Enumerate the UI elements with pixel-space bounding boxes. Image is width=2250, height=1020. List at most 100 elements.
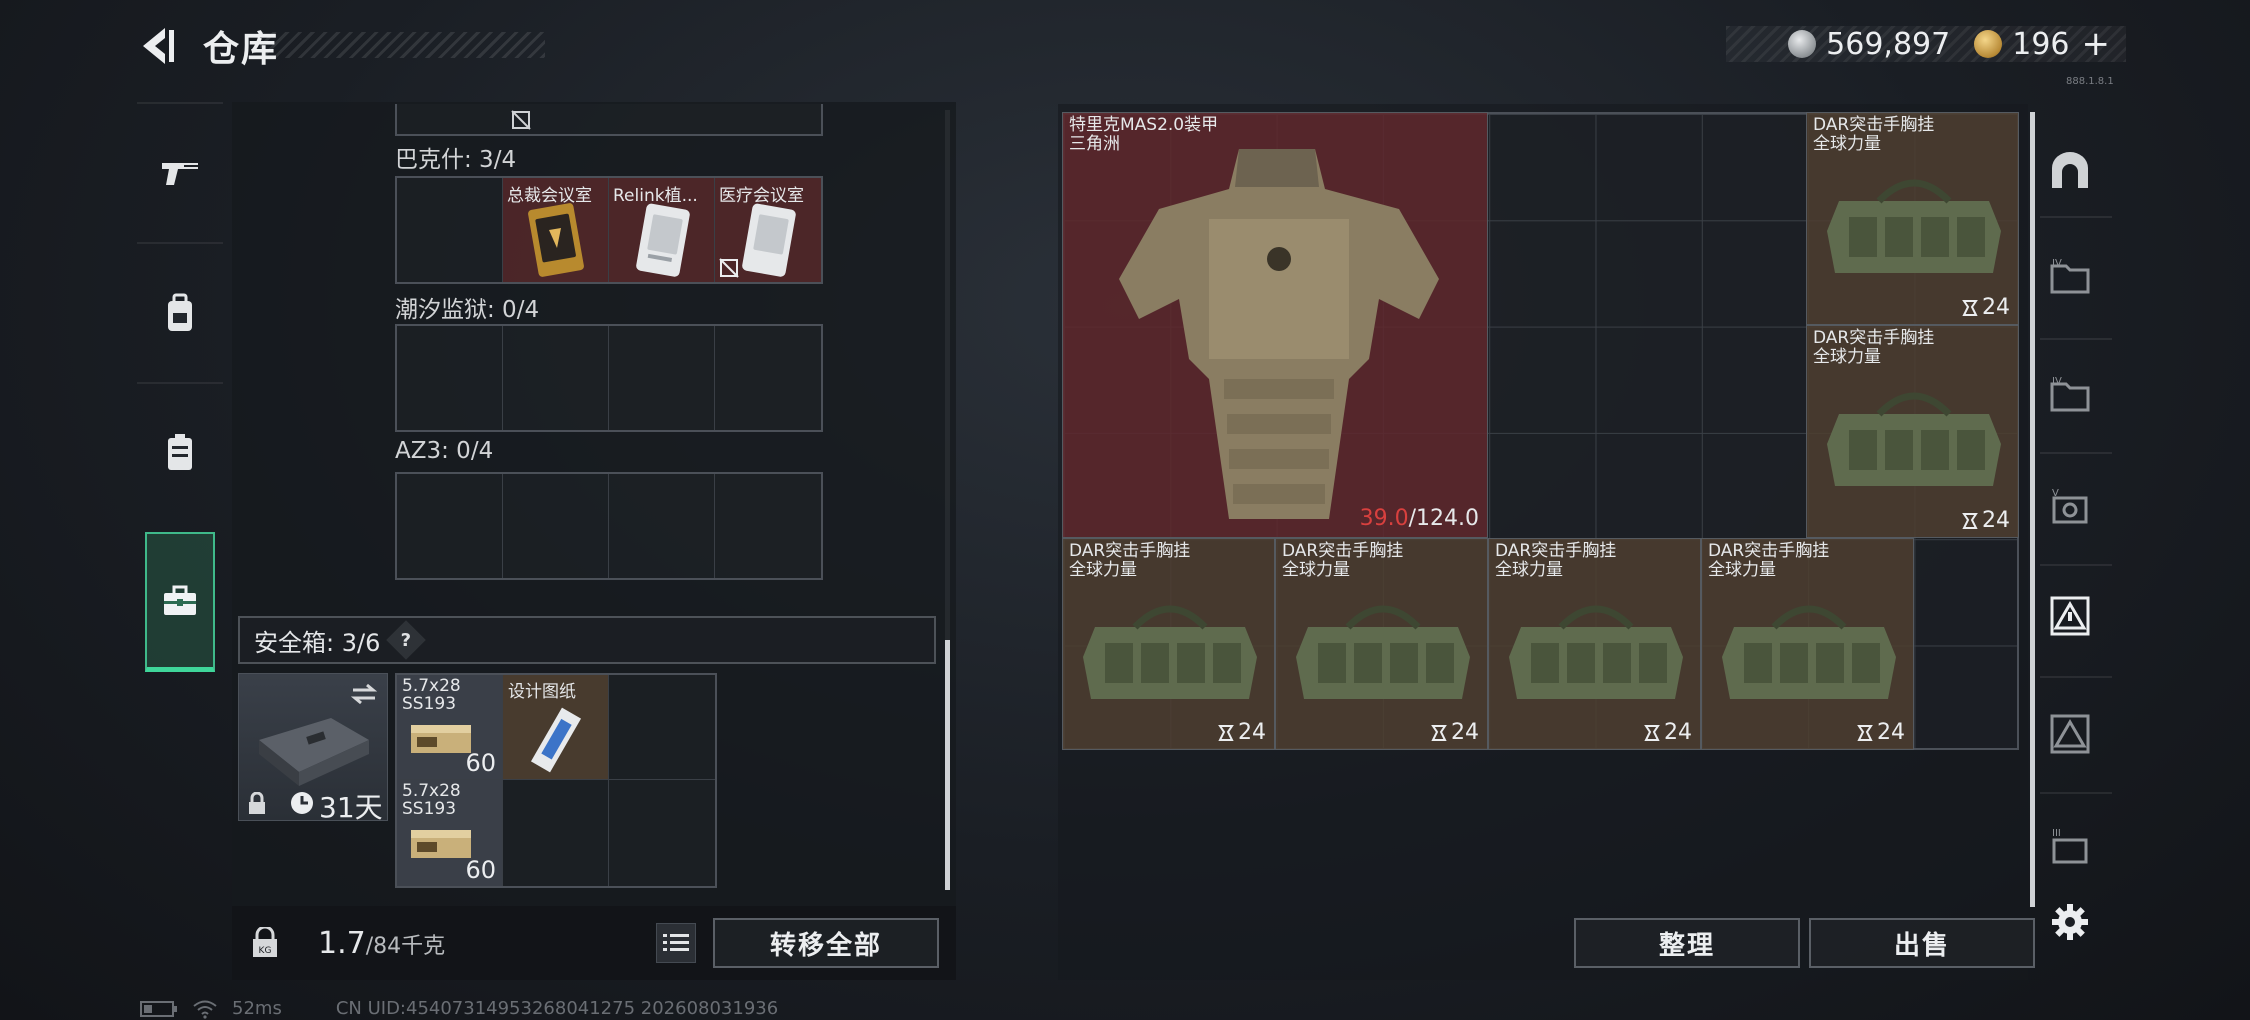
chest-rig-item[interactable]: DAR突击手胸挂 全球力量 24 [1806,325,2019,538]
safebox-duration: 31天 [319,791,383,824]
safebox-slot-empty[interactable] [609,675,715,780]
chest-rig-item[interactable]: DAR突击手胸挂 全球力量 24 [1062,538,1275,750]
broken-icon [511,110,531,130]
armor-item[interactable]: 特里克MAS2.0装甲 三角洲 39.0/124.0 [1062,112,1488,538]
keycard-slot-empty[interactable] [503,326,609,430]
left-category-tabs [137,102,223,672]
settings-button[interactable] [2048,900,2092,944]
item-count: 24 [1982,508,2010,533]
keycard-slot-empty[interactable] [397,178,503,282]
keycard-grid-tide-prison [395,324,823,432]
tab-divider [2040,676,2112,678]
item-name: DAR突击手胸挂 全球力量 [1813,115,1935,154]
add-currency-button[interactable]: + [2082,24,2111,64]
transfer-all-button[interactable]: 转移全部 [713,918,939,968]
sort-button[interactable]: 整理 [1574,918,1800,968]
chest-rig-bag-icon [1722,605,1896,699]
safebox-case-icon [259,718,369,786]
item-count-wrap: 24 [1644,720,1692,745]
wifi-icon [193,1000,217,1019]
weight-icon: KG [253,927,277,957]
sell-button[interactable]: 出售 [1809,918,2035,968]
tab-divider [2040,216,2112,218]
svg-text:IV: IV [2052,376,2062,387]
ammo-slot[interactable]: 5.7x28 SS193 60 [397,675,503,780]
safebox-slot-empty[interactable] [609,780,715,886]
tab-stash-active[interactable] [2048,594,2092,638]
back-arrow-icon [143,28,174,64]
tab-stash-iv-b[interactable]: IV [2048,372,2092,416]
safebox-header: 安全箱: 3/6 ? [238,616,936,664]
item-count: 24 [1451,720,1479,745]
item-name: DAR突击手胸挂 全球力量 [1813,328,1935,367]
ammo-slot[interactable]: 5.7x28 SS193 60 [397,780,503,886]
chest-rig-bag-icon [1296,605,1470,699]
swap-icon [350,683,378,705]
item-name: DAR突击手胸挂 全球力量 [1282,541,1404,580]
weight-current: 1.7 [318,926,366,961]
safebox-item[interactable]: 31天 [238,673,388,824]
tab-stash-main[interactable] [2048,148,2092,192]
tab-divider [2040,338,2112,340]
section-label-bakesh: 巴克什: 3/4 [395,147,517,173]
chest-rig-item[interactable]: DAR突击手胸挂 全球力量 24 [1488,538,1701,750]
left-scroll-thumb[interactable] [945,640,950,890]
svg-text:IV: IV [2052,258,2062,269]
status-bar: 52ms CN UID:454073149532680412​75 202608… [140,998,778,1019]
list-view-button[interactable] [656,923,696,963]
keycard-slot[interactable]: Relink植... [609,178,715,282]
keycard-slot-empty[interactable] [609,474,715,578]
safebox-slot-empty[interactable] [503,780,609,886]
tab-divider [2040,452,2112,454]
tab-stash-warning[interactable] [2048,712,2092,756]
keycard-slot-empty[interactable] [715,326,821,430]
keycard-slot-empty[interactable] [503,474,609,578]
silver-coin-icon [1788,30,1817,58]
chest-rig-item[interactable]: DAR突击手胸挂 全球力量 24 [1806,112,2019,325]
warning-box-icon [2050,596,2090,636]
item-count: 24 [1982,295,2010,320]
tab-backpack[interactable] [137,242,223,382]
keycard-slot-empty[interactable] [397,326,503,430]
tab-stash-iv-a[interactable]: IV [2048,254,2092,298]
tab-chest-rig[interactable] [137,382,223,522]
page-title: 仓库 [203,29,280,70]
broken-icon [719,258,739,278]
blueprint-slot[interactable]: 设计图纸 [503,675,609,780]
weight-lock-button[interactable]: KG [232,906,298,980]
item-count-wrap: 24 [1962,295,2010,320]
body-armor-icon [1119,149,1439,519]
item-count-wrap: 24 [1857,720,1905,745]
pistol-icon [162,163,198,185]
keycard-slot-empty[interactable] [609,326,715,430]
toolbox-icon [164,585,196,615]
back-button[interactable] [135,22,183,70]
capacity-icon [1431,724,1447,741]
battery-icon [140,1000,177,1017]
item-name: DAR突击手胸挂 全球力量 [1069,541,1191,580]
tab-safebox[interactable] [145,532,215,672]
stash-scrollbar[interactable] [2030,112,2035,907]
gold-amount: 196 [2012,26,2070,62]
safebox-grid: 5.7x28 SS193 60 设计图纸 5.7x28 SS193 60 [395,673,717,888]
chest-rig-bag-icon [1083,605,1257,699]
chest-rig-item[interactable]: DAR突击手胸挂 全球力量 24 [1701,538,1914,750]
list-icon [663,934,689,951]
keycard-slot-empty[interactable] [397,474,503,578]
keycard-slot[interactable]: 总裁会议室 [503,178,609,282]
tab-stash-v[interactable]: V [2048,484,2092,528]
currency-bar: 569,897 196 + [1726,24,2126,64]
tab-weapons[interactable] [137,102,223,242]
weight-max: /84千克 [365,934,446,959]
folder-iv-icon: IV [2050,376,2090,412]
keycard-slot[interactable]: 医疗会议室 [715,178,821,282]
svg-text:V: V [2052,488,2059,499]
chest-rig-item[interactable]: DAR突击手胸挂 全球力量 24 [1275,538,1488,750]
version-code: 888.1.8.1 [2066,76,2114,87]
tab-stash-iii[interactable]: III [2048,824,2092,868]
help-button[interactable]: ? [386,620,427,660]
durability: 39.0/124.0 [1360,506,1479,531]
keycard-slot-empty[interactable] [715,474,821,578]
uid-text: CN UID:454073149532680412​75 20260803193… [335,998,779,1019]
chest-rig-icon [168,434,192,470]
